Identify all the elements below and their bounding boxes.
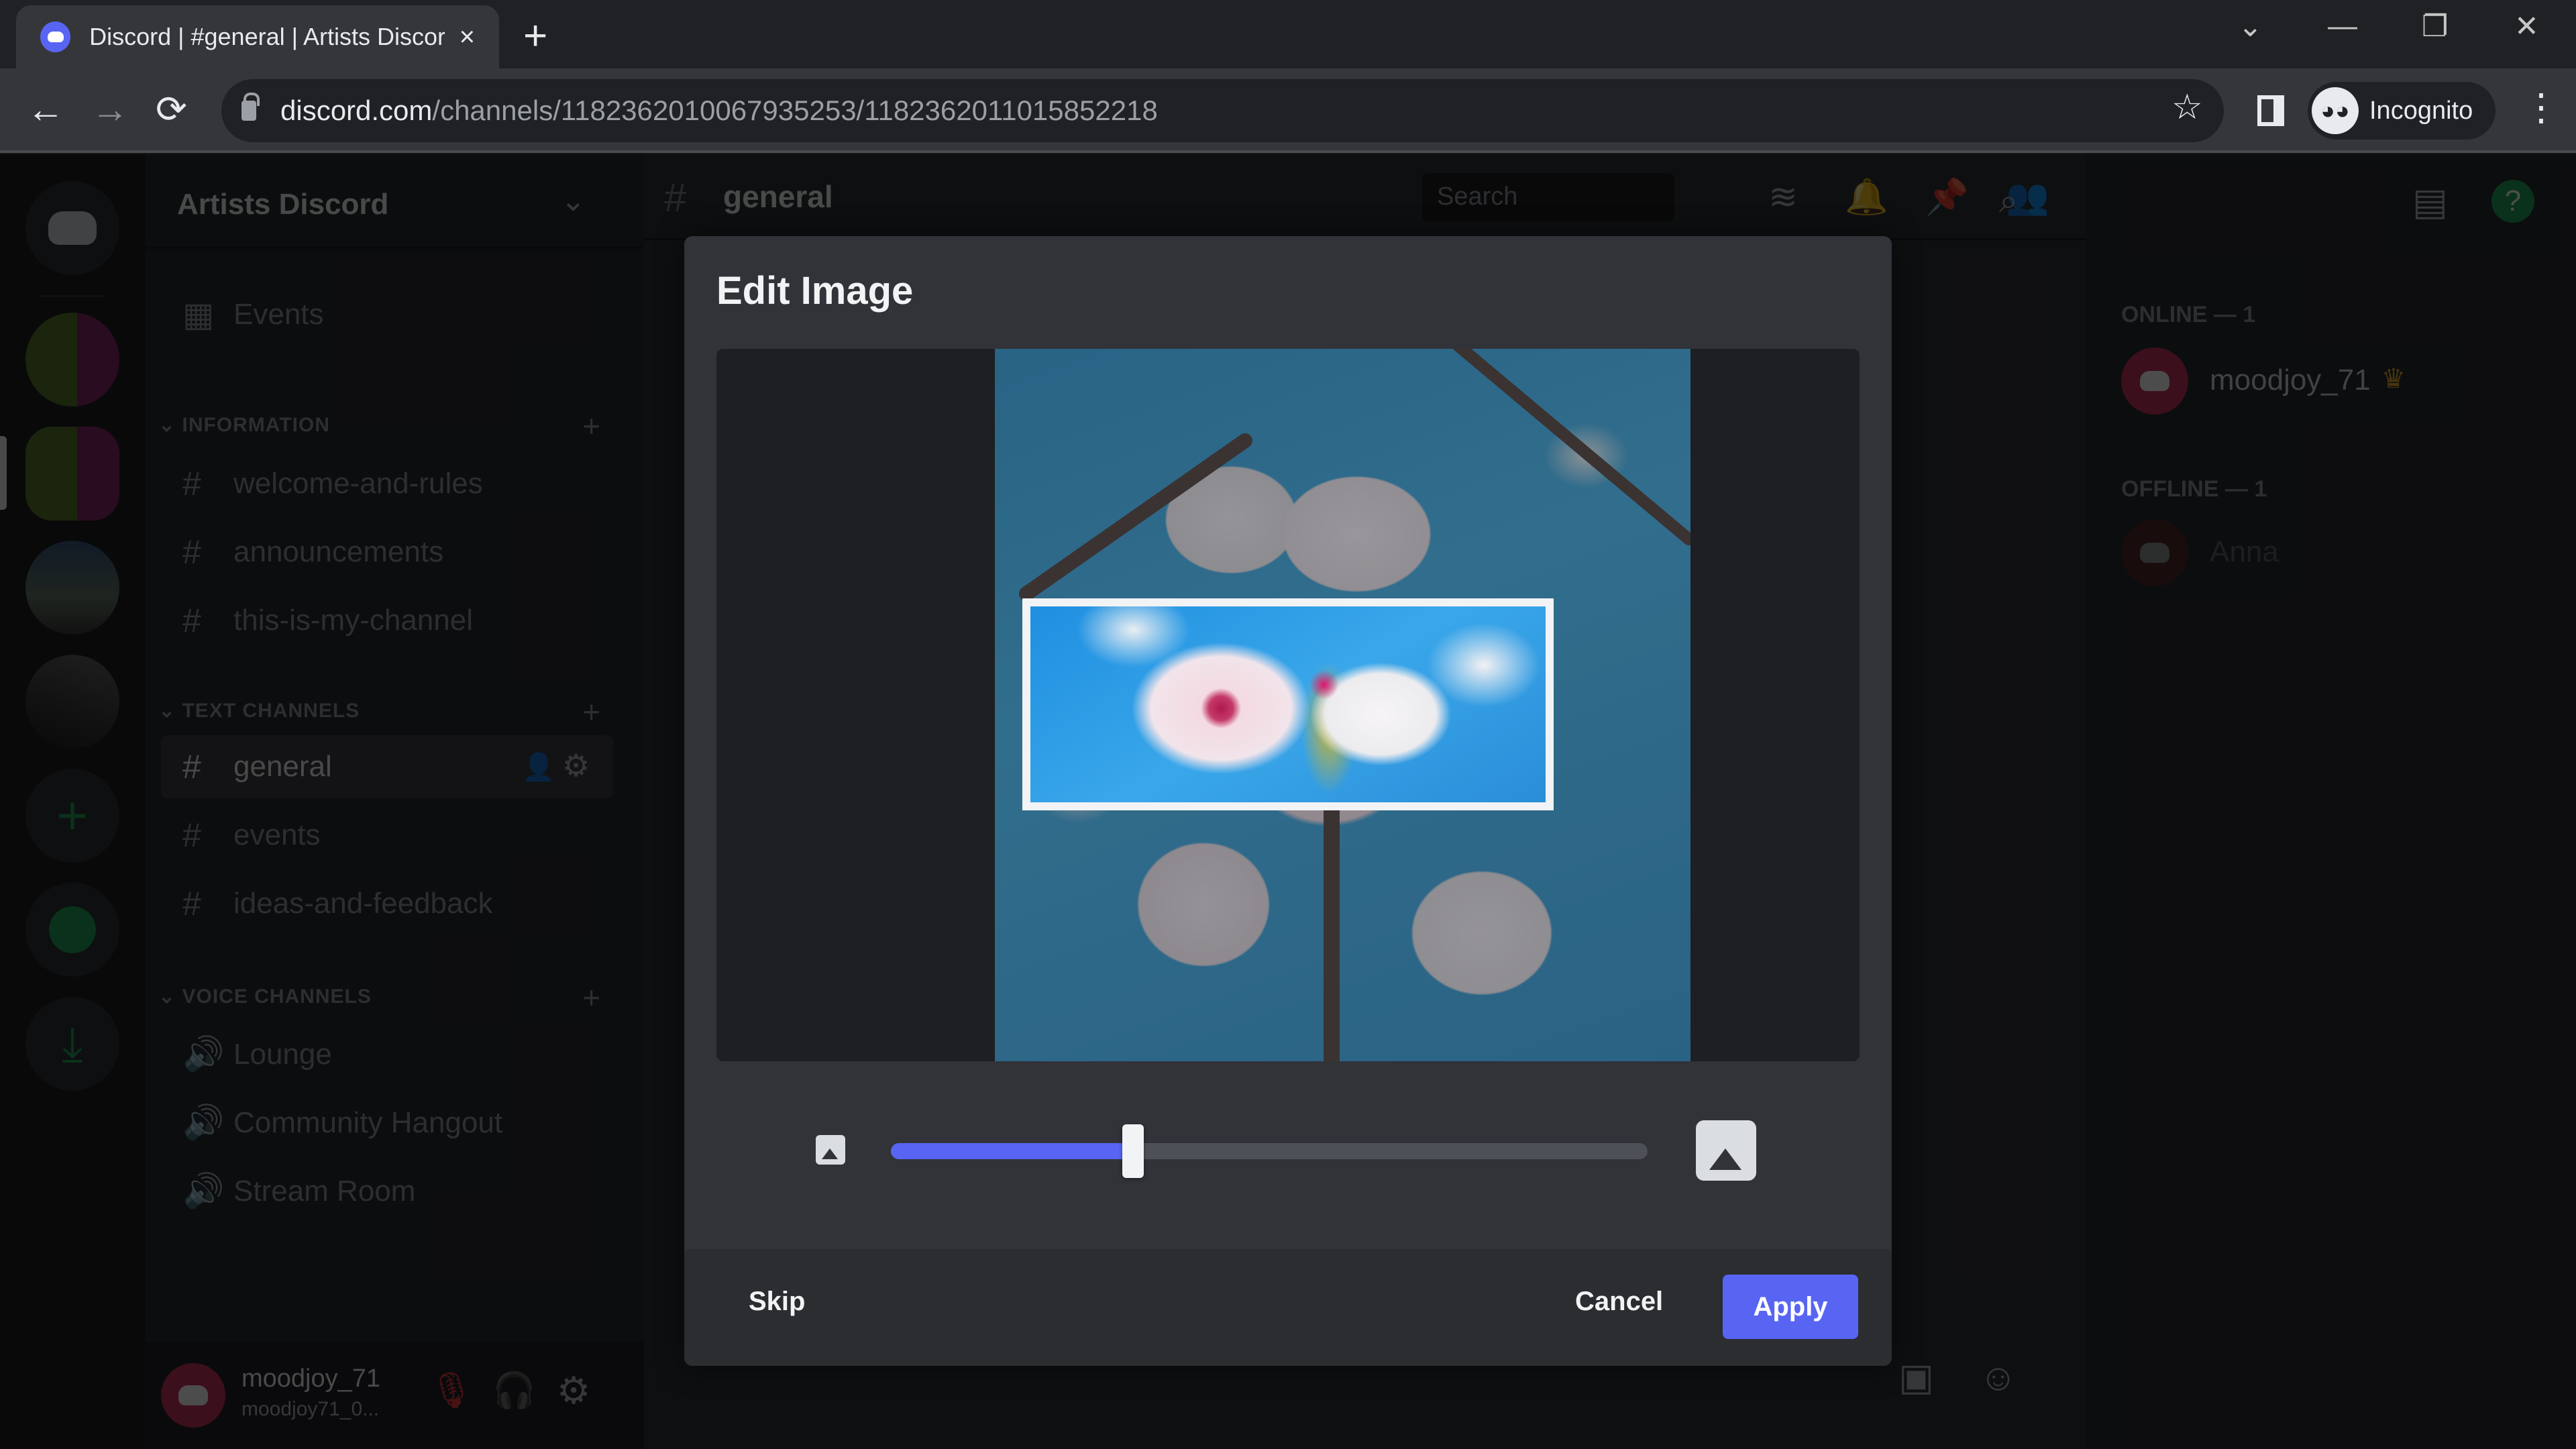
minimize-button[interactable]: — — [2328, 9, 2357, 43]
skip-button[interactable]: Skip — [749, 1287, 805, 1317]
apply-button[interactable]: Apply — [1723, 1275, 1858, 1339]
incognito-profile-button[interactable]: ◕◕ Incognito — [2308, 82, 2496, 140]
zoom-slider-fill — [891, 1143, 1133, 1159]
lock-icon[interactable] — [241, 93, 260, 121]
tab-search-icon[interactable]: ⌄ — [2238, 9, 2263, 44]
discord-favicon-icon — [40, 21, 71, 52]
zoom-slider-thumb[interactable] — [1122, 1124, 1144, 1178]
forward-button[interactable]: → — [91, 87, 129, 131]
zoom-slider[interactable] — [891, 1124, 1648, 1178]
image-preview-area — [716, 349, 1860, 1061]
side-panel-icon[interactable] — [2257, 95, 2284, 126]
incognito-icon: ◕◕ — [2312, 87, 2359, 134]
tab-title: Discord | #general | Artists Discord — [89, 23, 445, 50]
zoom-in-image-icon — [1696, 1120, 1756, 1181]
tab-close-icon[interactable]: × — [460, 22, 475, 52]
address-bar[interactable]: discord.com/channels/1182362010067935253… — [221, 79, 2224, 142]
close-window-button[interactable]: ✕ — [2514, 9, 2539, 44]
modal-footer: Skip Cancel Apply — [684, 1249, 1892, 1366]
browser-tab-bar: Discord | #general | Artists Discord × +… — [0, 0, 2576, 68]
browser-toolbar: ← → ⟳ discord.com/channels/1182362010067… — [0, 68, 2576, 153]
browser-tab[interactable]: Discord | #general | Artists Discord × — [16, 5, 499, 68]
zoom-out-image-icon — [816, 1135, 845, 1165]
edit-image-modal: Edit Image Skip Cancel Apply — [684, 236, 1892, 1366]
restore-button[interactable]: ❐ — [2422, 9, 2448, 44]
back-button[interactable]: ← — [27, 87, 64, 131]
modal-title: Edit Image — [716, 269, 914, 313]
new-tab-button[interactable]: + — [523, 12, 547, 60]
url-path: /channels/1182362010067935253/1182362011… — [432, 95, 1158, 126]
cancel-button[interactable]: Cancel — [1575, 1287, 1663, 1317]
reload-button[interactable]: ⟳ — [156, 87, 187, 131]
zoom-slider-row — [684, 1115, 1892, 1189]
bookmark-star-icon[interactable]: ☆ — [2171, 87, 2203, 127]
url-host: discord.com — [280, 95, 433, 126]
incognito-label: Incognito — [2369, 96, 2473, 125]
browser-menu-icon[interactable]: ⋮ — [2522, 89, 2560, 126]
crop-frame[interactable] — [1022, 598, 1554, 810]
